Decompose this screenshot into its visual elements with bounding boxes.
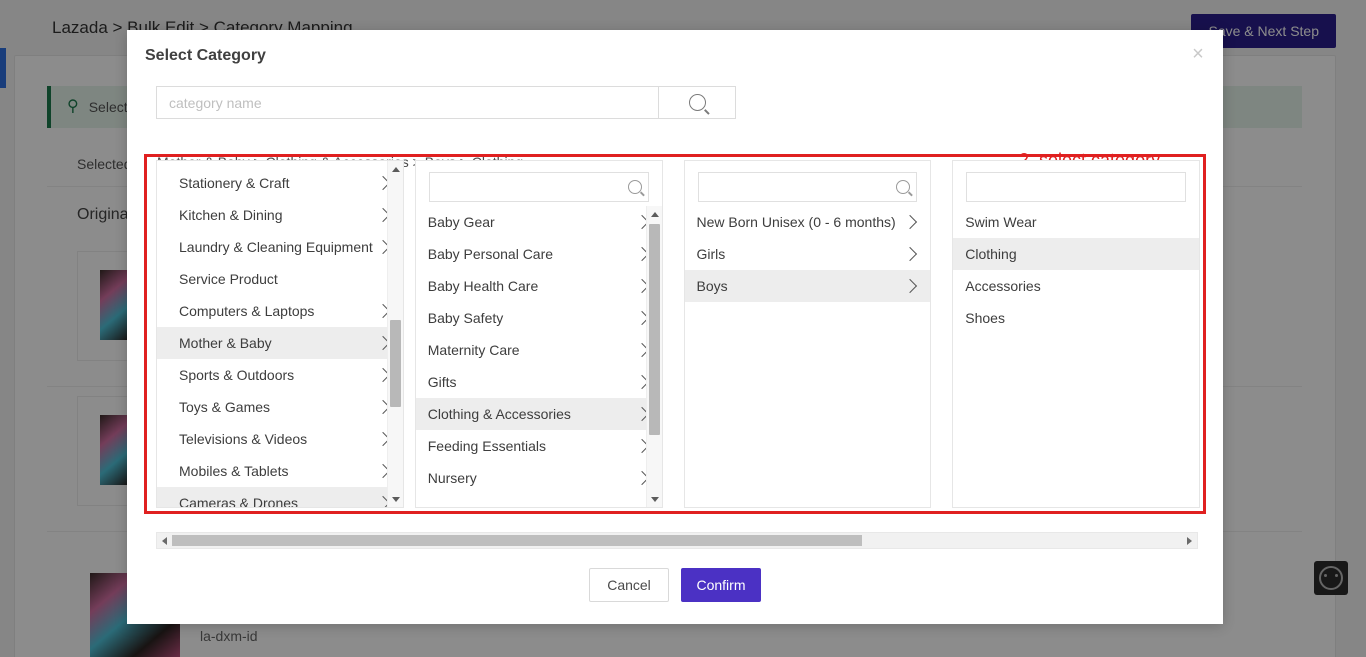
- column-search-3: [697, 172, 918, 202]
- list-item-selected[interactable]: Boys: [684, 270, 931, 302]
- list-item[interactable]: Baby Safety: [416, 302, 662, 334]
- search-button[interactable]: [658, 87, 735, 118]
- list-item[interactable]: Baby Personal Care: [416, 238, 662, 270]
- list-item-label: Swim Wear: [965, 214, 1037, 230]
- list-item-label: Mobiles & Tablets: [179, 463, 289, 479]
- list-item[interactable]: New Born Unisex (0 - 6 months): [685, 206, 931, 238]
- scrollbar-thumb[interactable]: [389, 320, 401, 407]
- list-item-label: Nursery: [427, 470, 477, 486]
- list-item-label: New Born Unisex (0 - 6 months): [696, 214, 896, 230]
- category-search-bar: [156, 86, 736, 119]
- scrollbar-thumb[interactable]: [648, 224, 660, 435]
- search-icon[interactable]: [622, 180, 648, 194]
- list-item-label: Sports & Outdoors: [179, 367, 295, 383]
- scrollbar-thumb[interactable]: [172, 535, 862, 546]
- category-column-3: New Born Unisex (0 - 6 months) Girls Boy…: [683, 160, 932, 508]
- search-input[interactable]: [967, 179, 1185, 195]
- column-search-2: [428, 172, 649, 202]
- list-item-label: Gifts: [427, 374, 457, 390]
- search-icon[interactable]: [890, 180, 916, 194]
- list-item[interactable]: Accessories: [953, 270, 1199, 302]
- category-list-3: New Born Unisex (0 - 6 months) Girls Boy…: [684, 206, 931, 507]
- chevron-right-icon: [903, 246, 918, 262]
- list-item-label: Televisions & Videos: [179, 431, 308, 447]
- list-item[interactable]: Service Product: [157, 263, 403, 295]
- list-item[interactable]: Nursery: [416, 462, 662, 494]
- list-item[interactable]: Televisions & Videos: [157, 423, 403, 455]
- list-item-label: Laundry & Cleaning Equipment: [179, 239, 373, 255]
- list-item-label: Computers & Laptops: [179, 303, 315, 319]
- close-icon[interactable]: ×: [1186, 43, 1210, 67]
- list-item[interactable]: Baby Gear: [416, 206, 662, 238]
- list-item-label: Clothing & Accessories: [427, 406, 571, 422]
- list-item-label: Service Product: [179, 271, 278, 287]
- scroll-down-arrow[interactable]: [647, 491, 662, 507]
- list-item[interactable]: Shoes: [953, 302, 1199, 334]
- column-search-4: [966, 172, 1186, 202]
- scroll-right-arrow[interactable]: [1182, 533, 1197, 548]
- scroll-up-arrow[interactable]: [647, 206, 662, 222]
- scroll-up-arrow[interactable]: [388, 161, 403, 177]
- select-category-modal: Select Category × Mother & Baby > Clothi…: [127, 30, 1223, 624]
- category-column-1: Stationery & Craft Kitchen & Dining Laun…: [156, 160, 404, 508]
- category-column-4: Swim Wear Clothing Accessories Shoes: [952, 160, 1200, 508]
- list-item-label: Baby Gear: [427, 214, 495, 230]
- list-item-label: Boys: [696, 278, 728, 294]
- list-item[interactable]: Laundry & Cleaning Equipment: [157, 231, 403, 263]
- horizontal-scrollbar[interactable]: [156, 532, 1198, 549]
- list-item[interactable]: Girls: [685, 238, 931, 270]
- vertical-scrollbar[interactable]: [645, 206, 662, 507]
- list-item-label: Toys & Games: [179, 399, 271, 415]
- list-item-label: Clothing: [965, 246, 1017, 262]
- search-input[interactable]: [429, 179, 622, 195]
- chevron-right-icon: [903, 278, 918, 294]
- list-item[interactable]: Maternity Care: [416, 334, 662, 366]
- list-item-selected[interactable]: Mother & Baby: [157, 327, 403, 359]
- vertical-scrollbar[interactable]: [386, 161, 403, 507]
- list-item-label: Accessories: [965, 278, 1041, 294]
- search-input[interactable]: [157, 87, 658, 118]
- category-list-2: Baby Gear Baby Personal Care Baby Health…: [415, 206, 662, 507]
- list-item[interactable]: Mobiles & Tablets: [157, 455, 403, 487]
- category-column-2: Baby Gear Baby Personal Care Baby Health…: [414, 160, 663, 508]
- category-list-1: Stationery & Craft Kitchen & Dining Laun…: [157, 161, 403, 507]
- search-input[interactable]: [698, 179, 891, 195]
- list-item[interactable]: Computers & Laptops: [157, 295, 403, 327]
- list-item[interactable]: Feeding Essentials: [416, 430, 662, 462]
- list-item[interactable]: Stationery & Craft: [157, 167, 403, 199]
- list-item-label: Shoes: [965, 310, 1005, 326]
- category-list-4: Swim Wear Clothing Accessories Shoes: [953, 206, 1199, 507]
- list-item-label: Cameras & Drones: [179, 495, 299, 507]
- category-columns: Stationery & Craft Kitchen & Dining Laun…: [156, 160, 1200, 508]
- list-item-label: Kitchen & Dining: [179, 207, 283, 223]
- list-item-selected[interactable]: Clothing: [953, 238, 1199, 270]
- list-item[interactable]: Swim Wear: [953, 206, 1199, 238]
- modal-title: Select Category: [145, 47, 266, 64]
- list-item-label: Baby Safety: [427, 310, 504, 326]
- confirm-button[interactable]: Confirm: [681, 568, 761, 602]
- list-item-label: Baby Personal Care: [427, 246, 554, 262]
- list-item-label: Stationery & Craft: [179, 175, 290, 191]
- list-item[interactable]: Kitchen & Dining: [157, 199, 403, 231]
- list-item[interactable]: Toys & Games: [157, 391, 403, 423]
- list-item-label: Feeding Essentials: [427, 438, 547, 454]
- list-item-selected[interactable]: Cameras & Drones: [157, 487, 403, 507]
- list-item-selected[interactable]: Clothing & Accessories: [415, 398, 662, 430]
- list-item[interactable]: Sports & Outdoors: [157, 359, 403, 391]
- modal-footer: Cancel Confirm: [127, 568, 1223, 602]
- list-item-label: Maternity Care: [427, 342, 520, 358]
- list-item-label: Girls: [696, 246, 726, 262]
- search-icon: [688, 94, 706, 111]
- list-item[interactable]: Gifts: [416, 366, 662, 398]
- list-item[interactable]: Baby Health Care: [416, 270, 662, 302]
- chevron-right-icon: [903, 214, 918, 230]
- cancel-button[interactable]: Cancel: [589, 568, 669, 602]
- list-item-label: Mother & Baby: [179, 335, 272, 351]
- scroll-down-arrow[interactable]: [388, 491, 403, 507]
- scroll-left-arrow[interactable]: [157, 533, 172, 548]
- list-item-label: Baby Health Care: [427, 278, 539, 294]
